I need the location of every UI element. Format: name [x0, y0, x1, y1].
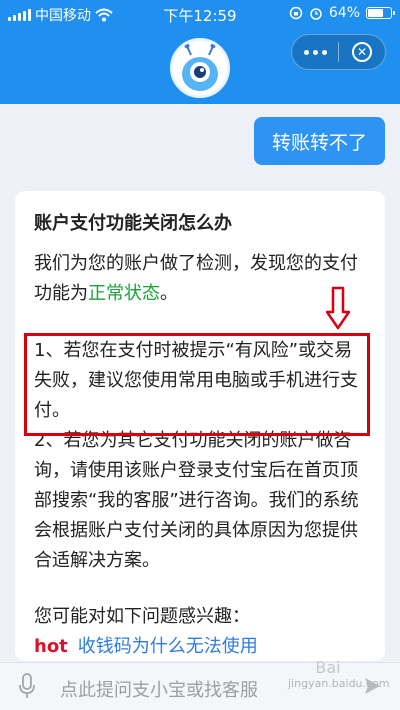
status-bar: 中国移动 下午12:59 64% — [0, 0, 400, 28]
battery-icon — [366, 7, 395, 19]
user-message-bubble: 转账转不了 — [254, 117, 385, 165]
more-dots-icon[interactable] — [292, 35, 338, 69]
answer-intro: 我们为您的账户做了检测，发现您的支付功能为正常状态。 — [34, 253, 358, 304]
annotation-highlight-box — [24, 333, 370, 436]
suggested-question[interactable]: hot 收钱码为什么无法使用 — [34, 632, 369, 661]
close-circle-icon[interactable]: ✕ — [339, 35, 385, 69]
rotation-lock-icon — [289, 6, 303, 20]
watermark: Bai jingyan.baidu.com — [288, 658, 390, 690]
suggested-question-link[interactable]: 收钱码为什么无法使用 — [78, 636, 258, 657]
question-input[interactable]: 点此提问支小宝或找客服 — [60, 676, 258, 702]
app-header: 中国移动 下午12:59 64% ✕ — [0, 0, 400, 104]
answer-card: 账户支付功能关闭怎么办 我们为您的账户做了检测，发现您的支付功能为正常状态。 1… — [15, 191, 385, 661]
mini-program-capsule: ✕ — [291, 34, 386, 70]
interest-label: 您可能对如下问题感兴趣： — [34, 606, 250, 627]
down-arrow-annotation-icon — [326, 286, 350, 330]
robot-mascot-icon — [173, 41, 227, 95]
payment-status: 正常状态 — [88, 283, 160, 304]
alarm-icon — [310, 8, 322, 20]
answer-title: 账户支付功能关闭怎么办 — [34, 213, 232, 234]
answer-body: 我们为您的账户做了检测，发现您的支付功能为正常状态。 1、若您在支付时被提示“有… — [34, 249, 369, 661]
hot-badge: hot — [34, 636, 68, 657]
microphone-icon[interactable] — [18, 673, 36, 699]
answer-item-2: 2、若您为其它支付功能关闭的账户做咨询，请使用该账户登录支付宝后在首页顶部搜索“… — [34, 430, 359, 571]
battery-percent: 64% — [328, 5, 360, 21]
assistant-avatar[interactable] — [170, 38, 230, 98]
